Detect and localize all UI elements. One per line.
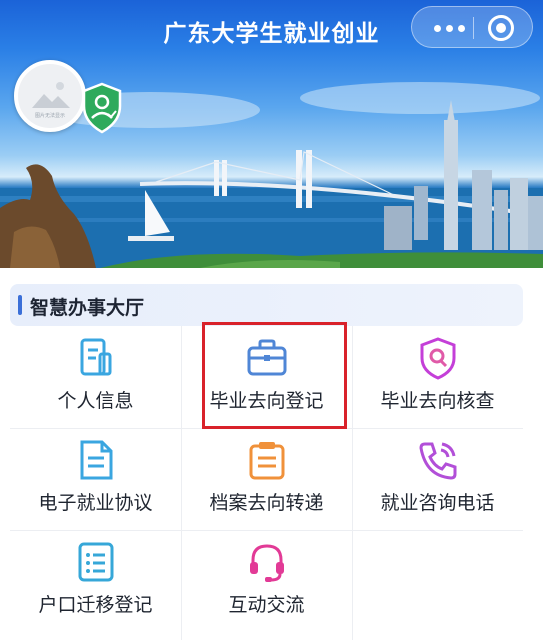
service-label: 电子就业协议 bbox=[38, 492, 153, 514]
service-personal-info[interactable]: 个人信息 bbox=[10, 326, 181, 428]
service-employment-hotline[interactable]: 就业咨询电话 bbox=[352, 428, 523, 530]
avatar[interactable]: 图片无法显示 bbox=[14, 60, 86, 132]
shield-search-icon bbox=[420, 337, 456, 380]
service-graduation-verification[interactable]: 毕业去向核查 bbox=[352, 326, 523, 428]
file-text-icon bbox=[80, 440, 113, 480]
headset-icon bbox=[250, 544, 284, 582]
section-title: 智慧办事大厅 bbox=[30, 297, 145, 319]
target-close-icon[interactable] bbox=[488, 15, 514, 41]
document-icon bbox=[80, 338, 112, 376]
service-label: 就业咨询电话 bbox=[380, 492, 495, 514]
highlight-box bbox=[202, 322, 347, 429]
service-e-employment-agreement[interactable]: 电子就业协议 bbox=[10, 428, 181, 530]
archive-box-icon bbox=[249, 442, 285, 480]
section-accent bbox=[18, 295, 22, 315]
section-header: 智慧办事大厅 bbox=[10, 284, 523, 326]
service-household-migration[interactable]: 户口迁移登记 bbox=[10, 530, 181, 632]
service-label: 户口迁移登记 bbox=[38, 594, 153, 616]
mini-program-capsule bbox=[411, 6, 533, 48]
app-screen: 广东大学生就业创业 图片无法显示 智慧办事大厅 个人信息 毕业去向登记 毕业去向… bbox=[0, 0, 543, 640]
service-label: 毕业去向核查 bbox=[380, 390, 495, 412]
banner: 广东大学生就业创业 图片无法显示 bbox=[0, 0, 543, 268]
more-dots-icon[interactable] bbox=[426, 7, 472, 49]
service-archive-transfer[interactable]: 档案去向转递 bbox=[181, 428, 352, 530]
avatar-caption: 图片无法显示 bbox=[34, 113, 65, 119]
service-interactive-exchange[interactable]: 互动交流 bbox=[181, 530, 352, 632]
capsule-divider bbox=[473, 17, 474, 39]
shield-person-icon[interactable] bbox=[80, 82, 124, 134]
phone-icon bbox=[419, 442, 457, 480]
service-label: 档案去向转递 bbox=[209, 492, 324, 514]
service-label: 个人信息 bbox=[57, 390, 134, 412]
service-label: 互动交流 bbox=[228, 594, 305, 616]
list-icon bbox=[78, 542, 114, 582]
